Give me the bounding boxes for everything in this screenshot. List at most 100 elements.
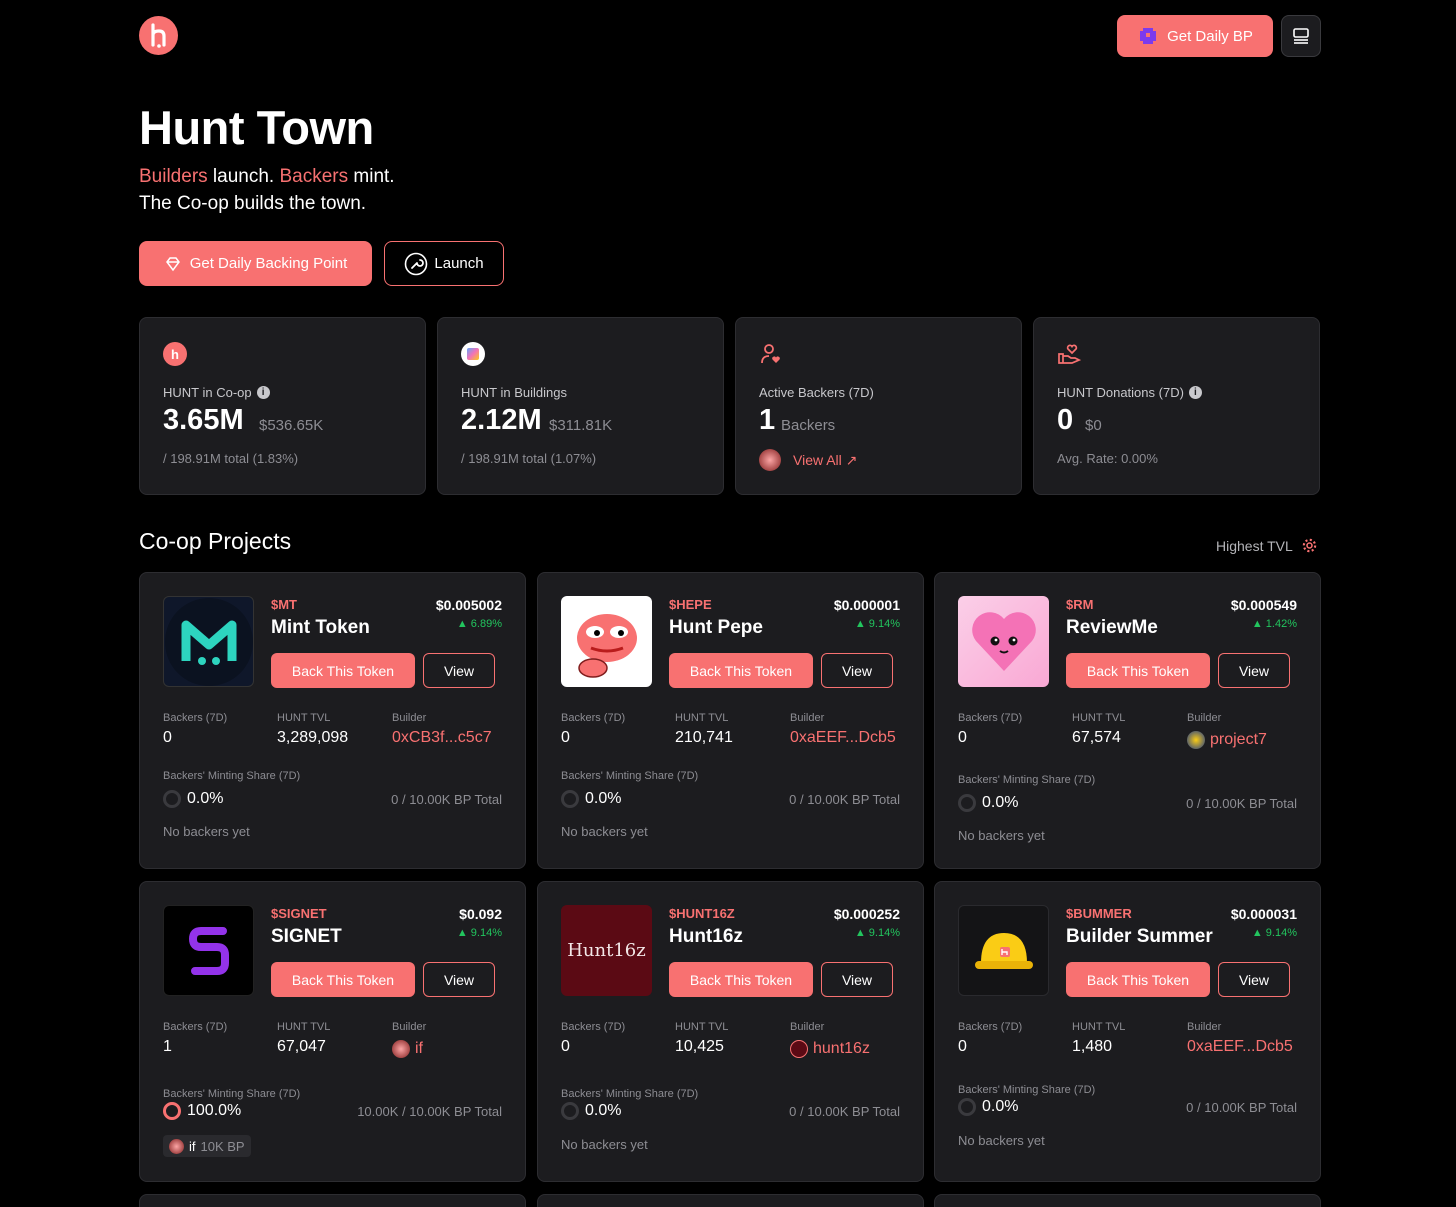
token-price: $0.000001: [833, 597, 900, 613]
token-ticker: $MT: [271, 597, 297, 612]
stat-label: Active Backers (7D): [759, 385, 874, 400]
backers-value: 0: [958, 1038, 967, 1055]
view-all-backers-link[interactable]: View All ↗: [759, 449, 857, 471]
no-backers-text: No backers yet: [958, 1133, 1045, 1148]
backers-label: Backers (7D): [958, 712, 1023, 724]
gear-icon: [1302, 538, 1317, 553]
launch-button[interactable]: Launch: [384, 241, 504, 286]
token-name: SIGNET: [271, 926, 342, 947]
stat-usd: $0: [1085, 417, 1102, 434]
builder-label: Builder: [1187, 1021, 1222, 1033]
backers-label: Backers (7D): [561, 712, 626, 724]
back-token-button[interactable]: Back This Token: [271, 653, 415, 688]
backer-bp: 10K BP: [200, 1138, 245, 1154]
builder-link[interactable]: hunt16z: [790, 1040, 870, 1058]
menu-icon: [1293, 28, 1309, 44]
info-icon[interactable]: i: [1188, 386, 1202, 399]
back-token-button[interactable]: Back This Token: [1066, 653, 1210, 688]
info-icon[interactable]: i: [256, 386, 270, 399]
view-button[interactable]: View: [1218, 653, 1290, 688]
tvl-value: 210,741: [675, 729, 733, 746]
get-daily-backing-point-button[interactable]: Get Daily Backing Point: [139, 241, 372, 286]
token-price: $0.005002: [435, 597, 502, 613]
stat-card-donations: HUNT Donations (7D) i 0 $0 Avg. Rate: 0.0…: [1033, 317, 1320, 495]
share-ring-icon: [561, 1102, 579, 1120]
share-value: 0.0%: [561, 790, 621, 808]
stat-footnote: / 198.91M total (1.07%): [461, 451, 597, 466]
builder-link[interactable]: 0xaEEF...Dcb5: [790, 729, 896, 747]
view-button[interactable]: View: [821, 962, 893, 997]
pixel-heart-icon: [1140, 28, 1157, 44]
builder-address: 0xaEEF...Dcb5: [790, 729, 896, 746]
builder-link[interactable]: project7: [1187, 731, 1267, 749]
hardhat-icon: [974, 932, 1033, 969]
view-button[interactable]: View: [821, 653, 893, 688]
stat-label-text: HUNT in Buildings: [461, 385, 567, 400]
tvl-label: HUNT TVL: [1072, 1021, 1126, 1033]
project-card: $BUMMER Builder Summer $0.000031 ▲ 9.14%…: [934, 881, 1321, 1182]
builder-label: Builder: [790, 1021, 825, 1033]
hand-heart-icon: [1058, 344, 1081, 364]
backers-value: 0: [561, 1038, 570, 1055]
project-card-partial: [934, 1194, 1321, 1207]
price-change: ▲ 6.89%: [456, 618, 502, 630]
builder-address: 0xaEEF...Dcb5: [1187, 1038, 1293, 1055]
builder-link[interactable]: 0xCB3f...c5c7: [392, 729, 492, 747]
view-button[interactable]: View: [423, 653, 495, 688]
backers-label: Backers (7D): [163, 1021, 228, 1033]
project-card-partial: [537, 1194, 924, 1207]
price-change: ▲ 9.14%: [1251, 927, 1297, 939]
builder-address: 0xCB3f...c5c7: [392, 729, 492, 746]
hero-tagline-2: The Co-op builds the town.: [139, 193, 367, 214]
hero-tagline-1: Builders launch. Backers mint.: [139, 166, 395, 188]
heart-face-icon: [971, 611, 1036, 671]
builder-link[interactable]: 0xaEEF...Dcb5: [1187, 1038, 1293, 1056]
token-logo: [163, 905, 254, 996]
builders-link[interactable]: Builders: [139, 166, 208, 187]
view-button[interactable]: View: [1218, 962, 1290, 997]
price-change: ▲ 1.42%: [1251, 618, 1297, 630]
token-name: Mint Token: [271, 617, 370, 638]
hunt-logo[interactable]: [139, 16, 178, 55]
back-token-button[interactable]: Back This Token: [669, 962, 813, 997]
stat-footnote: / 198.91M total (1.83%): [163, 451, 299, 466]
gem-icon: [165, 256, 180, 271]
back-token-button[interactable]: Back This Token: [271, 962, 415, 997]
token-logo: [163, 596, 254, 687]
token-ticker: $HEPE: [669, 597, 712, 612]
builder-label: Builder: [790, 712, 825, 724]
view-button[interactable]: View: [423, 962, 495, 997]
token-price: $0.000549: [1230, 597, 1297, 613]
tvl-value: 1,480: [1072, 1038, 1113, 1055]
view-all-label: View All ↗: [793, 451, 858, 468]
backers-value: 1: [163, 1038, 172, 1055]
share-value: 0.0%: [958, 794, 1018, 812]
stat-value: 3.65M: [163, 404, 244, 436]
backer-chip[interactable]: if 10K BP: [163, 1135, 251, 1157]
share-value: 0.0%: [958, 1098, 1018, 1116]
sort-label: Highest TVL: [1216, 537, 1293, 554]
back-token-button[interactable]: Back This Token: [1066, 962, 1210, 997]
get-daily-bp-label: Get Daily BP: [1167, 27, 1253, 45]
signet-s-icon: [188, 926, 229, 975]
backers-link[interactable]: Backers: [279, 166, 348, 187]
project-card: $MT Mint Token $0.005002 ▲ 6.89% Back Th…: [139, 572, 526, 869]
sort-dropdown[interactable]: Highest TVL: [1216, 537, 1318, 554]
tvl-label: HUNT TVL: [675, 1021, 729, 1033]
token-logo: [958, 905, 1049, 996]
hunt-h-icon: [150, 22, 166, 48]
back-token-button[interactable]: Back This Token: [669, 653, 813, 688]
project-card: $SIGNET SIGNET $0.092 ▲ 9.14% Back This …: [139, 881, 526, 1182]
builder-link[interactable]: if: [392, 1040, 423, 1058]
share-label: Backers' Minting Share (7D): [163, 770, 301, 782]
share-total: 0 / 10.00K BP Total: [789, 1104, 900, 1119]
menu-button[interactable]: [1281, 15, 1321, 57]
share-label: Backers' Minting Share (7D): [163, 1088, 301, 1100]
tvl-label: HUNT TVL: [277, 712, 331, 724]
tagline-text: launch.: [207, 166, 280, 187]
get-daily-bp-button[interactable]: Get Daily BP: [1117, 15, 1273, 57]
share-total: 0 / 10.00K BP Total: [1186, 1100, 1297, 1115]
backers-value: 0: [958, 729, 967, 746]
token-name: Hunt16z: [669, 926, 743, 947]
builder-avatar: [790, 1040, 808, 1058]
